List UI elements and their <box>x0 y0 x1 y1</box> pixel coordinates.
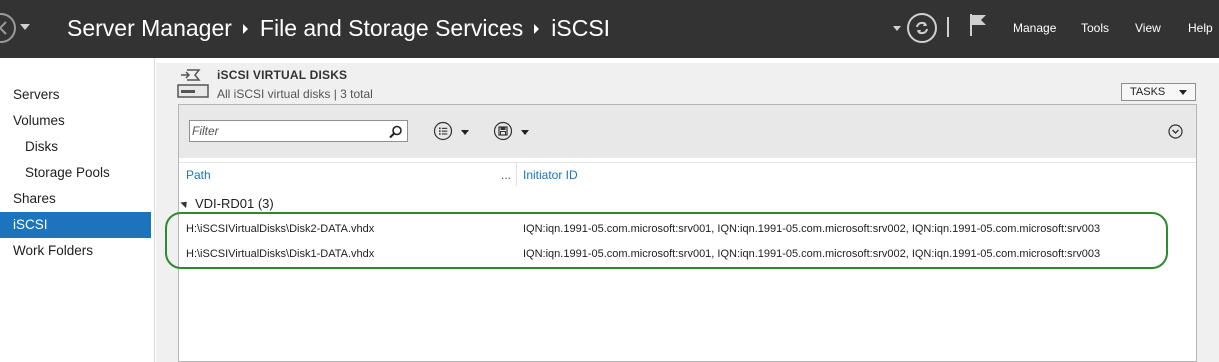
title-bar: Server Manager File and Storage Services… <box>0 0 1219 58</box>
menu-help[interactable]: Help <box>1188 21 1213 35</box>
header-divider <box>179 162 1196 163</box>
list-view-button[interactable] <box>433 121 473 141</box>
cell-path: H:\iSCSIVirtualDisks\Disk2-DATA.vhdx <box>186 223 375 235</box>
section-subtitle: All iSCSI virtual disks | 3 total <box>217 87 373 101</box>
breadcrumb-separator-icon <box>534 23 540 34</box>
save-query-button[interactable] <box>493 121 533 141</box>
refresh-dropdown-icon[interactable] <box>893 26 901 31</box>
sidebar-item-iscsi[interactable]: iSCSI <box>0 212 151 238</box>
chevron-down-icon <box>1179 90 1187 95</box>
sidebar-item-shares[interactable]: Shares <box>0 186 151 212</box>
filter-input[interactable] <box>192 123 382 139</box>
main-top-strip <box>156 58 1219 63</box>
sidebar: Servers Volumes Disks Storage Pools Shar… <box>0 58 155 362</box>
column-header-initiator-id[interactable]: Initiator ID <box>523 168 578 182</box>
search-icon[interactable] <box>389 125 403 144</box>
chevron-down-icon <box>521 130 529 135</box>
tasks-button[interactable]: TASKS <box>1121 83 1196 101</box>
group-header[interactable]: VDI-RD01 (3) <box>195 196 274 211</box>
flag-icon[interactable] <box>968 13 988 42</box>
nav-history-dropdown-icon[interactable] <box>20 24 30 30</box>
sidebar-item-work-folders[interactable]: Work Folders <box>0 238 151 264</box>
titlebar-divider <box>947 17 949 37</box>
breadcrumb-file-and-storage[interactable]: File and Storage Services <box>260 15 523 42</box>
disk-icon <box>177 67 209 104</box>
sidebar-item-servers[interactable]: Servers <box>0 82 151 108</box>
breadcrumb: Server Manager File and Storage Services… <box>67 15 610 42</box>
cell-initiator-id: IQN:iqn.1991-05.com.microsoft:srv001, IQ… <box>523 248 1101 260</box>
menu-tools[interactable]: Tools <box>1081 21 1109 35</box>
refresh-icon[interactable] <box>907 13 937 43</box>
menu-view[interactable]: View <box>1135 21 1161 35</box>
column-divider <box>516 162 517 186</box>
list-view-icon <box>433 121 453 146</box>
column-header-more[interactable]: ... <box>501 168 511 182</box>
cell-path: H:\iSCSIVirtualDisks\Disk1-DATA.vhdx <box>186 248 375 260</box>
breadcrumb-iscsi[interactable]: iSCSI <box>551 15 610 42</box>
section-title: iSCSI VIRTUAL DISKS <box>217 68 348 82</box>
menu-manage[interactable]: Manage <box>1013 21 1056 35</box>
save-query-icon <box>493 121 513 146</box>
chevron-down-icon <box>461 130 469 135</box>
filter-box[interactable] <box>189 120 408 142</box>
collapse-icon[interactable] <box>1168 124 1183 144</box>
tasks-label: TASKS <box>1130 86 1166 98</box>
breadcrumb-separator-icon <box>242 23 248 34</box>
sidebar-item-disks[interactable]: Disks <box>0 134 151 160</box>
column-header-path[interactable]: Path <box>186 168 211 182</box>
back-arrow-icon[interactable] <box>0 13 16 43</box>
sidebar-item-storage-pools[interactable]: Storage Pools <box>0 160 151 186</box>
cell-initiator-id: IQN:iqn.1991-05.com.microsoft:srv001, IQ… <box>523 223 1101 235</box>
breadcrumb-server-manager[interactable]: Server Manager <box>67 15 232 42</box>
sidebar-item-volumes[interactable]: Volumes <box>0 108 151 134</box>
